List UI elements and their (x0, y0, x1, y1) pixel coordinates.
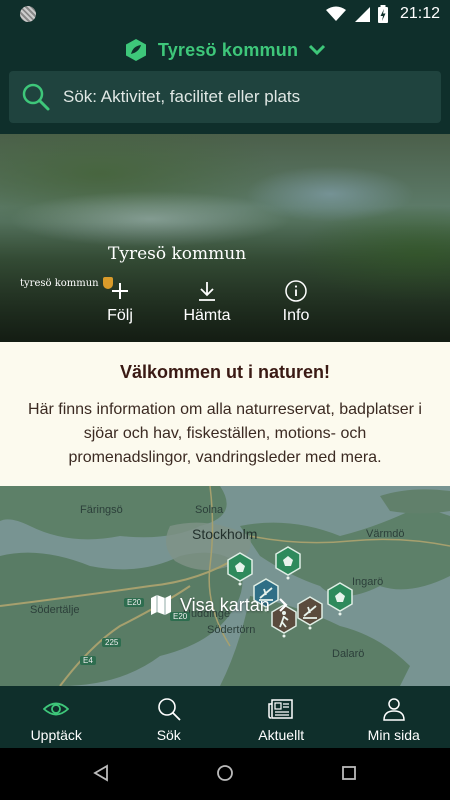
nav-item-aktuellt[interactable]: Aktuellt (225, 686, 338, 748)
signal-icon (354, 7, 370, 22)
follow-button[interactable]: Följ (90, 279, 150, 325)
search-icon (22, 83, 50, 111)
road-badge: E4 (80, 656, 96, 665)
back-icon[interactable] (92, 764, 110, 782)
nav-label-min-sida: Min sida (367, 727, 420, 743)
map-icon (151, 595, 171, 615)
info-button[interactable]: Info (266, 279, 326, 325)
nav-item-min-sida[interactable]: Min sida (338, 686, 450, 748)
welcome-body: Här finns information om alla naturreser… (28, 401, 422, 466)
download-button[interactable]: Hämta (177, 279, 237, 325)
map-label-varmdo: Värmdö (366, 528, 405, 540)
info-icon (285, 280, 307, 302)
nav-item-sok[interactable]: Sök (113, 686, 226, 748)
map-label-sodertorn: Södertörn (207, 624, 256, 636)
map-pin-green-icon (327, 582, 353, 616)
welcome-section: Välkommen ut i naturen! Här finns inform… (0, 342, 450, 486)
municipality-title: Tyresö kommun (157, 39, 299, 60)
map-label-ingaro: Ingarö (352, 576, 384, 588)
recents-icon[interactable] (341, 764, 357, 782)
municipality-selector[interactable]: Tyresö kommun (0, 36, 450, 64)
map-label-dalaro: Dalarö (332, 648, 365, 660)
plus-icon (112, 283, 128, 299)
bottom-navigation: Upptäck Sök Aktuellt Min sida (0, 686, 450, 748)
map-preview[interactable]: Färingsö Solna Stockholm Värmdö Ingarö H… (0, 486, 450, 686)
map-label-solna: Solna (195, 504, 224, 516)
android-navigation-bar (0, 748, 450, 800)
chevron-down-icon (309, 44, 326, 56)
show-map-label: Visa kartan (180, 594, 270, 615)
follow-label: Följ (107, 307, 133, 324)
notification-icon (20, 6, 36, 22)
search-input[interactable]: Sök: Aktivitet, facilitet eller plats (9, 71, 441, 123)
chevron-right-icon (278, 598, 288, 612)
map-label-faringso: Färingsö (80, 504, 123, 516)
person-icon (382, 698, 405, 721)
clock: 21:12 (399, 5, 440, 22)
show-map-button[interactable]: Visa kartan (150, 594, 288, 616)
nav-label-aktuellt: Aktuellt (258, 727, 305, 743)
nav-item-upptack[interactable]: Upptäck (0, 686, 113, 748)
download-icon (199, 282, 215, 301)
map-pin-green-icon (275, 546, 301, 580)
download-label: Hämta (183, 307, 231, 324)
info-label: Info (282, 307, 310, 324)
logo-text: tyresö kommun (20, 277, 99, 289)
road-badge: 225 (102, 638, 122, 647)
search-placeholder: Sök: Aktivitet, facilitet eller plats (63, 87, 301, 106)
map-label-stockholm: Stockholm (192, 526, 258, 542)
nav-label-sok: Sök (156, 727, 181, 743)
system-icons: 21:12 (325, 4, 440, 24)
nav-label-upptack: Upptäck (30, 727, 82, 743)
battery-icon (377, 5, 388, 23)
search-icon (157, 698, 181, 721)
app-header: Tyresö kommun Sök: Aktivitet, facilitet … (0, 28, 450, 134)
wifi-icon (325, 6, 346, 21)
eye-icon (43, 702, 70, 716)
map-pin-green-icon (227, 552, 253, 586)
home-icon[interactable] (216, 764, 234, 782)
tyreso-logo-icon (125, 39, 146, 61)
map-label-sodertalje: Södertälje (30, 604, 80, 616)
hero-banner: Tyresö kommun tyresö kommun Följ Hämta I… (0, 134, 450, 342)
map-pin-ski-icon (297, 596, 323, 630)
hero-title: Tyresö kommun (108, 244, 247, 264)
newspaper-icon (268, 699, 293, 719)
road-badge: E20 (124, 598, 145, 607)
status-bar: 21:12 (0, 0, 450, 28)
welcome-heading: Välkommen ut i naturen! (119, 362, 331, 382)
